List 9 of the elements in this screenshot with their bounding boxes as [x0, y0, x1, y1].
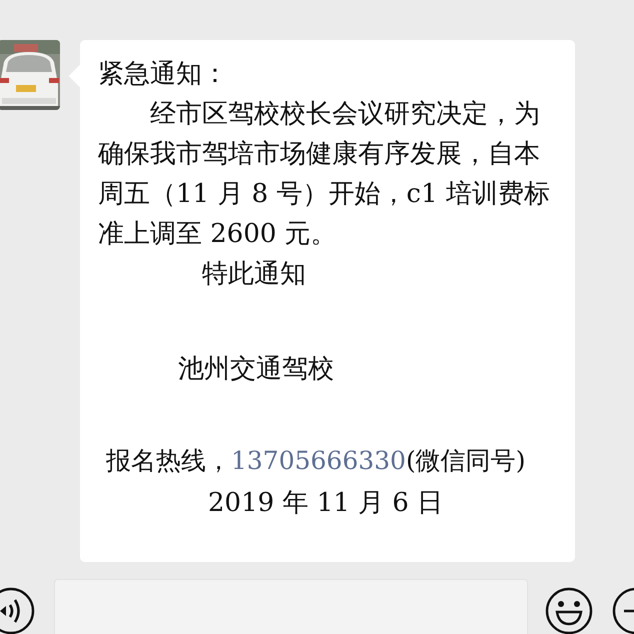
- closing-text: 特此通知: [202, 258, 307, 291]
- sender-name: 池州交通驾校: [178, 353, 335, 386]
- smiley-icon[interactable]: [545, 587, 593, 634]
- message-date: 2019 年 11 月 6 日: [208, 487, 444, 520]
- voice-icon[interactable]: [0, 587, 35, 634]
- hotline-text: 报名热线，13705666330(微信同号): [106, 445, 526, 477]
- phone-link[interactable]: 13705666330: [231, 446, 406, 475]
- message-title: 紧急通知：: [98, 58, 229, 91]
- message-text: 经市区驾校校长会议研究决定，为确保我市驾培市场健康有序发展，自本周五（11 月 8 号）开始，c1 培训费标准上调至 2600 元。: [98, 98, 551, 251]
